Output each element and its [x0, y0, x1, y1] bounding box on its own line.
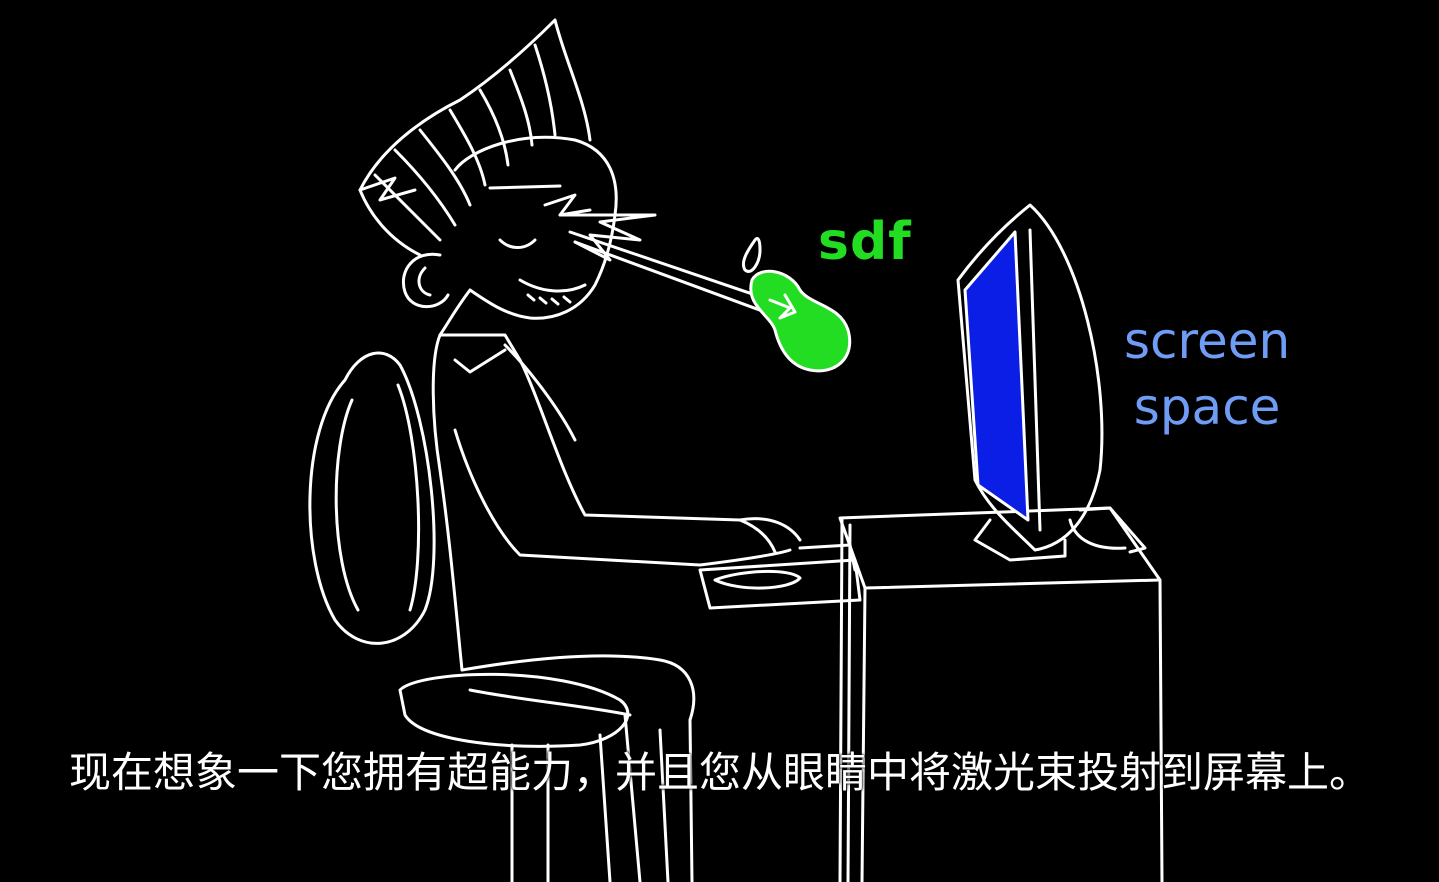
- screen-space-line1: screen: [1124, 312, 1291, 370]
- laser-beam-icon: [543, 193, 772, 314]
- person-head: [358, 18, 618, 337]
- chair-back: [308, 351, 436, 645]
- desk: [698, 506, 1164, 882]
- screen-space-label: screen space: [1124, 308, 1290, 440]
- sdf-label: sdf: [818, 212, 912, 272]
- screen-space-line2: space: [1133, 378, 1281, 436]
- crt-monitor-icon: [956, 203, 1147, 562]
- video-frame: sdf screen space 现在想象一下您拥有超能力，并且您从眼睛中将激光…: [0, 0, 1439, 882]
- subtitle-caption: 现在想象一下您拥有超能力，并且您从眼睛中将激光束投射到屏幕上。: [68, 748, 1371, 797]
